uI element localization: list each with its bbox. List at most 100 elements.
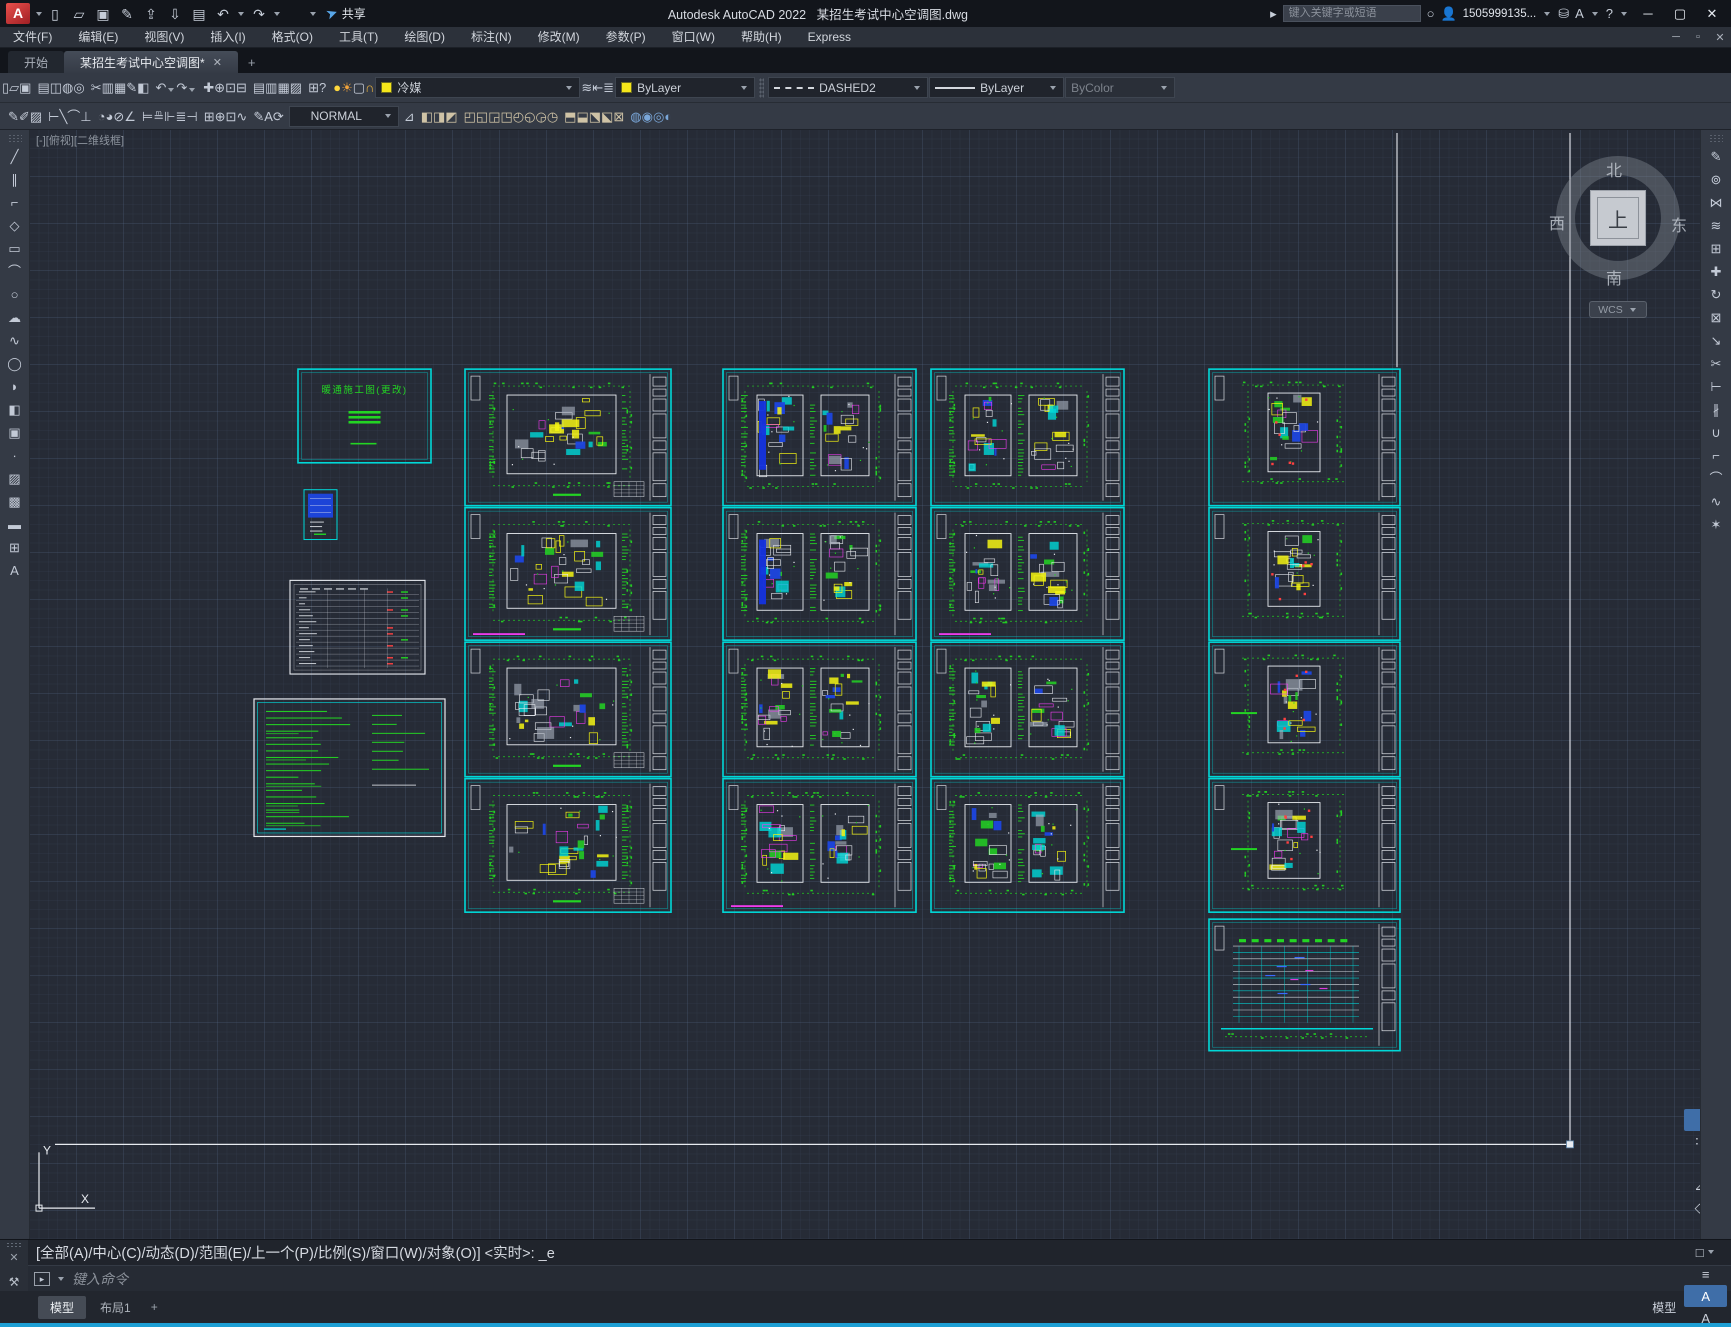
dim-angular-icon[interactable]: ∠ <box>124 109 136 124</box>
dim-linear-icon[interactable]: ⊢ <box>48 109 59 124</box>
union-icon[interactable]: ◧ <box>421 109 433 124</box>
region-icon[interactable]: ▬ <box>3 514 27 536</box>
command-icon[interactable]: ▸ <box>34 1271 50 1286</box>
search-input[interactable]: 键入关键字或短语 <box>1282 5 1421 22</box>
trim-icon[interactable]: ✂ <box>1704 353 1728 375</box>
layer-translator-icon[interactable]: ▦ <box>277 80 289 95</box>
blend-icon[interactable]: ∿ <box>1704 491 1728 513</box>
layer-unlock-icon[interactable]: ∩ <box>365 80 374 95</box>
viewport-label[interactable]: [-][俯视][二维线框] <box>36 132 124 148</box>
menu-工具T[interactable]: 工具(T) <box>326 27 391 47</box>
compass-south[interactable]: 南 <box>1606 265 1622 289</box>
undo-icon[interactable]: ↶ <box>155 80 166 95</box>
app-logo-icon[interactable]: A <box>6 3 30 24</box>
insert-block-icon[interactable]: ◧ <box>3 399 27 421</box>
break-icon[interactable]: ∦ <box>1704 399 1728 421</box>
mirror-icon[interactable]: ⋈ <box>1704 192 1728 214</box>
extrude-faces-icon[interactable]: ◰ <box>464 109 476 124</box>
model-space-button[interactable]: 模型 <box>1645 1296 1683 1318</box>
copy-clip-icon[interactable]: ▥ <box>102 80 114 95</box>
menu-编辑E[interactable]: 编辑(E) <box>65 27 131 47</box>
menu-参数P[interactable]: 参数(P) <box>593 27 659 47</box>
minimize-button[interactable]: ─ <box>1635 6 1661 21</box>
dim-diameter-icon[interactable]: ⊘ <box>113 109 124 124</box>
menu-窗口W[interactable]: 窗口(W) <box>659 27 728 47</box>
polygon-icon[interactable]: ◇ <box>3 215 27 237</box>
redo-icon[interactable]: ↷ <box>248 3 270 25</box>
undo-caret-icon[interactable] <box>168 88 175 92</box>
tab-model[interactable]: 模型 <box>38 1295 87 1319</box>
lineweight-toggle[interactable]: ≡ <box>1684 1263 1727 1285</box>
compass-top-face[interactable]: 上 <box>1590 190 1646 246</box>
command-input-row[interactable]: ▸ 键入命令 <box>28 1265 1731 1291</box>
share-button[interactable]: ➤ 共享 <box>323 4 365 23</box>
search-icon[interactable]: ○ <box>1427 6 1435 21</box>
search-expand-icon[interactable]: ▸ <box>1270 6 1277 22</box>
layer-previous-icon[interactable]: ⇤ <box>592 80 603 95</box>
layer-isolate-icon[interactable]: ≣ <box>603 80 614 95</box>
help-caret-icon[interactable] <box>1621 11 1627 16</box>
copy-icon[interactable]: ⊚ <box>1704 169 1728 191</box>
command-caret-icon[interactable] <box>58 1276 64 1281</box>
dim-update-icon[interactable]: ⟳ <box>273 109 284 124</box>
arc-icon[interactable]: ⌒ <box>3 261 27 283</box>
autodesk-caret-icon[interactable] <box>1591 11 1598 16</box>
polyline-icon[interactable]: ⌐ <box>3 192 27 214</box>
offset-icon[interactable]: ≋ <box>1704 215 1728 237</box>
delete-faces-icon[interactable]: ◳ <box>500 109 512 124</box>
color-combo[interactable]: ByLayer <box>615 77 756 98</box>
command-close-icon[interactable]: ✕ <box>9 1251 18 1264</box>
plot-preview-icon[interactable]: ◫ <box>50 80 62 95</box>
new-tab-button[interactable]: + <box>248 55 256 73</box>
help-icon[interactable]: ? <box>1606 6 1613 21</box>
erase-icon[interactable]: ✎ <box>1704 146 1728 168</box>
command-history-line[interactable]: [全部(A)/中心(C)/动态(D)/范围(E)/上一个(P)/比例(S)/窗口… <box>28 1240 1731 1265</box>
menu-Express[interactable]: Express <box>795 27 864 47</box>
save-icon[interactable]: ▣ <box>92 3 114 25</box>
copy-faces-icon[interactable]: ◶ <box>535 109 546 124</box>
dim-continue-icon[interactable]: ⊩ <box>164 109 175 124</box>
quickcalc-icon[interactable]: ⊞ <box>308 80 319 95</box>
layer-frame-icon[interactable]: ▢ <box>353 80 365 95</box>
compass-north[interactable]: 北 <box>1606 157 1622 181</box>
open-file-icon[interactable]: ▱ <box>9 80 19 95</box>
user-icon[interactable]: 👤 <box>1440 6 1456 22</box>
new-file-icon[interactable]: ▯ <box>44 3 66 25</box>
rotate-faces-icon[interactable]: ◴ <box>513 109 524 124</box>
edit-hatch-icon[interactable]: ▨ <box>30 109 42 124</box>
dim-jog-line-icon[interactable]: ∿ <box>236 109 247 124</box>
wcs-button[interactable]: WCS <box>1589 301 1647 318</box>
array-icon[interactable]: ⊞ <box>1704 238 1728 260</box>
annotation-autoscale-toggle[interactable]: A <box>1684 1307 1727 1327</box>
command-customize-wrench-icon[interactable]: ⚒ <box>9 1275 20 1289</box>
tab-document[interactable]: 某招生考试中心空调图* ✕ <box>64 51 238 73</box>
redo-caret-icon[interactable] <box>189 88 196 92</box>
more-tools-icon[interactable] <box>284 3 306 25</box>
cut-clip-icon[interactable]: ✂ <box>91 80 102 95</box>
object-snap-toggle[interactable]: □ <box>1684 1241 1727 1263</box>
dim-text-edit-icon[interactable]: A <box>264 109 273 124</box>
pan-icon[interactable]: ✚ <box>203 80 214 95</box>
app-menu-caret-icon[interactable] <box>36 11 42 16</box>
dim-ordinate-icon[interactable]: ⊥ <box>80 109 91 124</box>
match-properties-icon[interactable]: ✎ <box>126 80 137 95</box>
lights-icon[interactable]: ◉ <box>642 109 653 124</box>
doc-close-button[interactable]: ✕ <box>1709 31 1731 44</box>
publish-icon[interactable]: ◍ <box>62 80 73 95</box>
zoom-window-icon[interactable]: ⊡ <box>225 80 236 95</box>
extend-icon[interactable]: ⊢ <box>1704 376 1728 398</box>
taper-faces-icon[interactable]: ◵ <box>524 109 535 124</box>
visual-styles-icon[interactable]: ◐ <box>664 109 672 124</box>
edit-spline-icon[interactable]: ✐ <box>19 109 30 124</box>
account-name[interactable]: 1505999135... <box>1463 8 1537 20</box>
save-icon[interactable]: ▣ <box>19 80 31 95</box>
center-mark-icon[interactable]: ⊕ <box>215 109 226 124</box>
model-space[interactable]: 暖通施工图(更改) Y X <box>30 130 1700 1239</box>
dim-inspect-icon[interactable]: ⊡ <box>226 109 237 124</box>
dim-edit-icon[interactable]: ✎ <box>253 109 264 124</box>
block-editor-icon[interactable]: ◧ <box>137 80 149 95</box>
command-input[interactable]: 键入命令 <box>72 1269 128 1289</box>
save-as-icon[interactable]: ✎ <box>116 3 138 25</box>
move-faces-icon[interactable]: ◱ <box>476 109 488 124</box>
paste-clip-icon[interactable]: ▦ <box>114 80 126 95</box>
